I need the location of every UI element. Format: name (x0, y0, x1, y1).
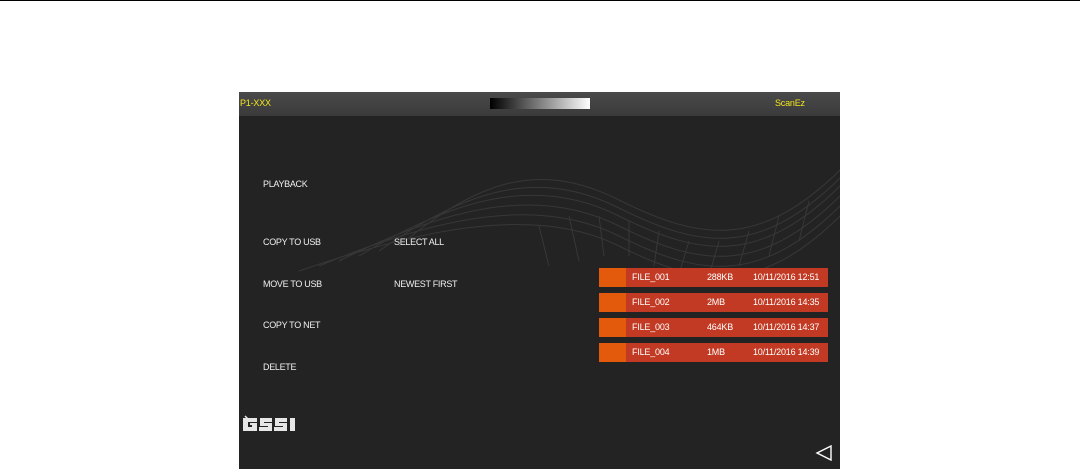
file-list-item[interactable]: FILE_001 288KB 10/11/2016 12:51 (599, 268, 828, 287)
file-list-item[interactable]: FILE_003 464KB 10/11/2016 14:37 (599, 318, 828, 337)
file-name: FILE_001 (632, 272, 670, 282)
file-select-swatch[interactable] (599, 343, 626, 362)
file-list-item[interactable]: FILE_004 1MB 10/11/2016 14:39 (599, 343, 828, 362)
playback-button[interactable]: PLAYBACK (263, 179, 308, 189)
file-size: 288KB (707, 272, 734, 282)
move-to-usb-button[interactable]: MOVE TO USB (263, 279, 322, 289)
sort-newest-first-button[interactable]: NEWEST FIRST (394, 279, 458, 289)
color-scale-bar (490, 98, 590, 109)
file-select-swatch[interactable] (599, 318, 626, 337)
file-select-swatch[interactable] (599, 268, 626, 287)
select-all-button[interactable]: SELECT ALL (394, 237, 444, 247)
file-select-swatch[interactable] (599, 293, 626, 312)
app-name: ScanEz (775, 98, 805, 108)
file-size: 2MB (707, 297, 725, 307)
copy-to-net-button[interactable]: COPY TO NET (263, 320, 321, 330)
project-name: P1-XXX (240, 98, 271, 108)
top-border-line (0, 0, 1080, 1)
file-name: FILE_002 (632, 297, 670, 307)
title-bar: P1-XXX ScanEz (239, 92, 840, 116)
copy-to-usb-button[interactable]: COPY TO USB (263, 237, 321, 247)
gssi-logo (243, 415, 295, 431)
file-date: 10/11/2016 14:37 (753, 322, 820, 332)
file-name: FILE_004 (632, 347, 670, 357)
file-list-item[interactable]: FILE_002 2MB 10/11/2016 14:35 (599, 293, 828, 312)
file-date: 10/11/2016 14:35 (753, 297, 820, 307)
file-date: 10/11/2016 14:39 (753, 347, 820, 357)
file-name: FILE_003 (632, 322, 670, 332)
file-date: 10/11/2016 12:51 (753, 272, 820, 282)
back-triangle-icon[interactable] (815, 444, 833, 462)
file-size: 1MB (707, 347, 725, 357)
delete-button[interactable]: DELETE (263, 362, 297, 372)
device-screen: P1-XXX ScanEz PLAYBACK COPY TO USB SELEC… (239, 92, 840, 469)
file-size: 464KB (707, 322, 734, 332)
